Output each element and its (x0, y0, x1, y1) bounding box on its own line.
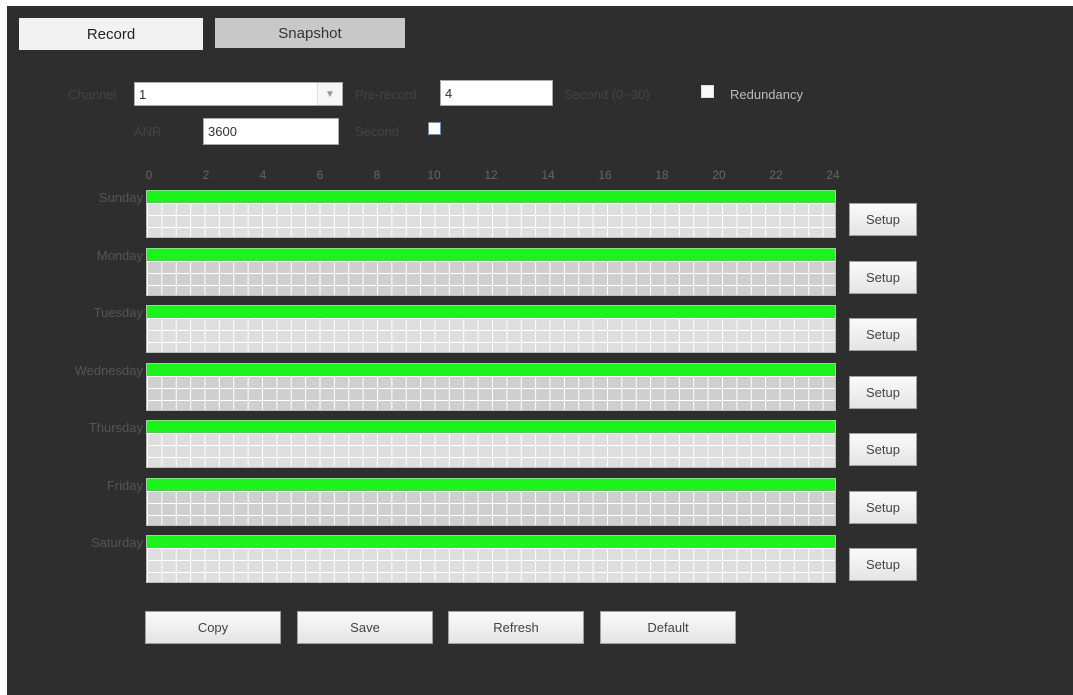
setup-button-tuesday[interactable]: Setup (849, 318, 917, 351)
hour-tick-label: 8 (373, 168, 381, 182)
record-period-bar (147, 249, 835, 261)
schedule-grid-saturday[interactable] (146, 535, 836, 583)
record-period-bar (147, 306, 835, 318)
schedule-grid-friday[interactable] (146, 478, 836, 526)
tab-snapshot[interactable]: Snapshot (215, 18, 405, 48)
schedule-grid-thursday[interactable] (146, 420, 836, 468)
setup-button-wednesday[interactable]: Setup (849, 376, 917, 409)
prerecord-unit-label: Second (0~30) (564, 87, 650, 102)
prerecord-input[interactable] (440, 80, 553, 106)
hour-tick-label: 16 (598, 168, 612, 182)
channel-value: 1 (139, 86, 147, 102)
hour-tick-label: 6 (316, 168, 324, 182)
hour-tick-label: 2 (202, 168, 210, 182)
hour-tick-label: 22 (769, 168, 783, 182)
hour-tick-label: 0 (145, 168, 153, 182)
redundancy-checkbox[interactable] (701, 85, 714, 98)
day-label-thursday: Thursday (88, 420, 143, 435)
hour-tick-label: 20 (712, 168, 726, 182)
anr-input[interactable] (203, 118, 339, 145)
setup-button-thursday[interactable]: Setup (849, 433, 917, 466)
day-label-saturday: Saturday (90, 535, 143, 550)
default-button[interactable]: Default (600, 611, 736, 644)
anr-checkbox[interactable] (428, 122, 441, 135)
hour-tick-label: 4 (259, 168, 267, 182)
record-period-bar (147, 536, 835, 548)
day-label-tuesday: Tuesday (93, 305, 143, 320)
schedule-grid-sunday[interactable] (146, 190, 836, 238)
anr-unit-label: Second (355, 124, 400, 139)
setup-button-sunday[interactable]: Setup (849, 203, 917, 236)
anr-label: ANR (134, 124, 162, 139)
day-label-friday: Friday (106, 478, 143, 493)
record-period-bar (147, 364, 835, 376)
hour-tick-label: 14 (541, 168, 555, 182)
channel-select[interactable]: 1 ▼ (134, 82, 343, 106)
schedule-grid-tuesday[interactable] (146, 305, 836, 353)
save-button[interactable]: Save (297, 611, 433, 644)
record-period-bar (147, 421, 835, 433)
schedule-grid-wednesday[interactable] (146, 363, 836, 411)
setup-button-friday[interactable]: Setup (849, 491, 917, 524)
day-label-sunday: Sunday (98, 190, 143, 205)
hour-tick-label: 10 (427, 168, 441, 182)
hour-tick-label: 18 (655, 168, 669, 182)
setup-button-saturday[interactable]: Setup (849, 548, 917, 581)
day-label-monday: Monday (96, 248, 143, 263)
channel-label: Channel (68, 87, 117, 102)
hour-tick-label: 12 (484, 168, 498, 182)
prerecord-label: Pre-record (355, 87, 417, 102)
hour-tick-label: 24 (826, 168, 840, 182)
copy-button[interactable]: Copy (145, 611, 281, 644)
redundancy-label: Redundancy (730, 87, 803, 102)
record-period-bar (147, 191, 835, 203)
schedule-grid-monday[interactable] (146, 248, 836, 296)
chevron-down-icon[interactable]: ▼ (317, 83, 342, 105)
day-label-wednesday: Wednesday (74, 363, 143, 378)
record-period-bar (147, 479, 835, 491)
tab-record[interactable]: Record (19, 18, 203, 50)
setup-button-monday[interactable]: Setup (849, 261, 917, 294)
refresh-button[interactable]: Refresh (448, 611, 584, 644)
